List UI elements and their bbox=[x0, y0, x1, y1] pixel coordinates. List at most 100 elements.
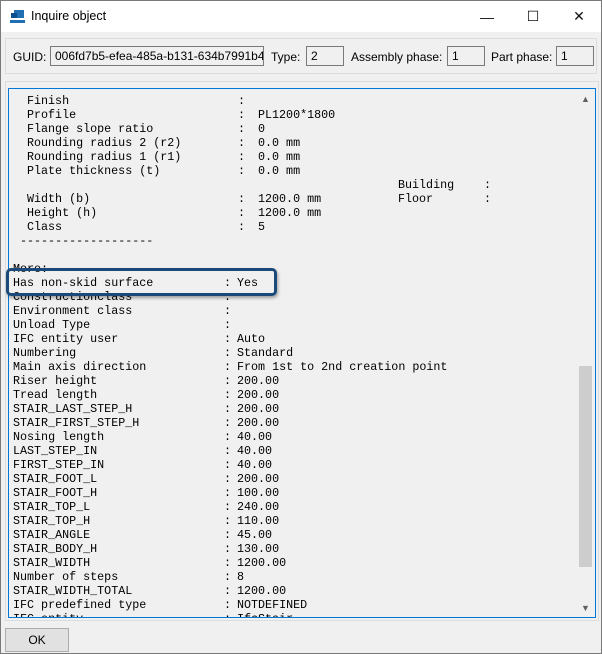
more-row-label: STAIR_FIRST_STEP_H bbox=[13, 416, 140, 430]
profile-row-label: Width (b) bbox=[27, 192, 91, 206]
more-row-value: 200.00 bbox=[237, 416, 280, 430]
more-row-label: Tread length bbox=[13, 388, 98, 402]
report-text-area[interactable]: Finish: Profile: PL1200*1800 Flange slope r… bbox=[8, 88, 596, 618]
close-button[interactable]: ✕ bbox=[556, 1, 602, 32]
profile-row-label: Plate thickness (t) bbox=[27, 164, 161, 178]
guid-label: GUID: bbox=[13, 50, 47, 64]
part-phase-field[interactable]: 1 bbox=[556, 46, 594, 66]
more-row-label: Numbering bbox=[13, 346, 77, 360]
colon: : bbox=[238, 136, 246, 150]
profile-row-value: 0.0 mm bbox=[258, 136, 301, 150]
colon: : bbox=[224, 514, 232, 528]
more-row-label: Number of steps bbox=[13, 570, 119, 584]
more-row-value: 40.00 bbox=[237, 458, 273, 472]
colon: : bbox=[224, 318, 232, 332]
maximize-button[interactable]: ☐ bbox=[510, 1, 556, 32]
profile-row-value: 5 bbox=[258, 220, 266, 234]
colon: : bbox=[224, 598, 232, 612]
more-row-value: 40.00 bbox=[237, 444, 273, 458]
colon: : bbox=[484, 192, 492, 206]
colon: : bbox=[224, 388, 232, 402]
more-row-label: IFC predefined type bbox=[13, 598, 147, 612]
more-row-label: STAIR_TOP_H bbox=[13, 514, 91, 528]
more-row-value: 1200.00 bbox=[237, 556, 287, 570]
colon: : bbox=[484, 178, 492, 192]
more-row-value: 8 bbox=[237, 570, 245, 584]
colon: : bbox=[224, 542, 232, 556]
more-row-value: 1200.00 bbox=[237, 584, 287, 598]
more-row-label: Main axis direction bbox=[13, 360, 147, 374]
highlight-box bbox=[6, 268, 277, 296]
more-row-value: IfcStair bbox=[237, 612, 293, 617]
more-row-label: STAIR_FOOT_L bbox=[13, 472, 98, 486]
profile-row-label: Profile bbox=[27, 108, 77, 122]
more-row-label: STAIR_FOOT_H bbox=[13, 486, 98, 500]
type-field[interactable]: 2 bbox=[306, 46, 344, 66]
colon: : bbox=[224, 332, 232, 346]
colon: : bbox=[238, 94, 246, 108]
colon: : bbox=[224, 528, 232, 542]
more-row-value: Auto bbox=[237, 332, 266, 346]
type-label: Type: bbox=[271, 50, 301, 64]
colon: : bbox=[238, 220, 246, 234]
colon: : bbox=[224, 304, 232, 318]
more-row-label: Nosing length bbox=[13, 430, 105, 444]
more-row-label: STAIR_LAST_STEP_H bbox=[13, 402, 133, 416]
more-row-value: 130.00 bbox=[237, 542, 280, 556]
colon: : bbox=[224, 472, 232, 486]
more-row-label: STAIR_TOP_L bbox=[13, 500, 91, 514]
minimize-button[interactable]: — bbox=[464, 1, 510, 32]
more-row-value: 40.00 bbox=[237, 430, 273, 444]
part-phase-label: Part phase: bbox=[491, 50, 553, 64]
assembly-phase-label: Assembly phase: bbox=[351, 50, 443, 64]
colon: : bbox=[238, 108, 246, 122]
side-row-label: Building bbox=[398, 178, 455, 192]
profile-row-label: Finish bbox=[27, 94, 70, 108]
profile-row-value: 0 bbox=[258, 122, 266, 136]
ok-button[interactable]: OK bbox=[5, 628, 69, 652]
colon: : bbox=[238, 164, 246, 178]
colon: : bbox=[224, 584, 232, 598]
more-row-value: NOTDEFINED bbox=[237, 598, 308, 612]
profile-row-label: Height (h) bbox=[27, 206, 98, 220]
colon: : bbox=[224, 458, 232, 472]
more-row-value: 110.00 bbox=[237, 514, 280, 528]
window-title: Inquire object bbox=[31, 9, 107, 23]
more-row-value: 240.00 bbox=[237, 500, 280, 514]
inquire-object-window: Inquire object — ☐ ✕ GUID: 006fd7b5-efea… bbox=[0, 0, 602, 654]
scroll-up-icon[interactable]: ▲ bbox=[577, 90, 594, 107]
more-row-label: STAIR_WIDTH_TOTAL bbox=[13, 584, 133, 598]
more-row-value: 200.00 bbox=[237, 374, 280, 388]
scrollbar-thumb[interactable] bbox=[579, 366, 592, 567]
colon: : bbox=[238, 206, 246, 220]
colon: : bbox=[238, 150, 246, 164]
more-row-value: 200.00 bbox=[237, 388, 280, 402]
colon: : bbox=[224, 486, 232, 500]
profile-row-value: 1200.0 mm bbox=[258, 192, 322, 206]
more-row-label: STAIR_BODY_H bbox=[13, 542, 98, 556]
app-icon bbox=[10, 10, 25, 23]
scroll-down-icon[interactable]: ▼ bbox=[577, 599, 594, 616]
vertical-scrollbar[interactable]: ▲ ▼ bbox=[577, 90, 594, 616]
guid-field[interactable]: 006fd7b5-efea-485a-b131-634b7991b4e bbox=[50, 46, 264, 66]
more-row-label: Environment class bbox=[13, 304, 133, 318]
profile-row-value: 1200.0 mm bbox=[258, 206, 322, 220]
assembly-phase-field[interactable]: 1 bbox=[447, 46, 485, 66]
profile-row-value: 0.0 mm bbox=[258, 150, 301, 164]
more-row-value: 200.00 bbox=[237, 402, 280, 416]
colon: : bbox=[238, 122, 246, 136]
more-row-label: Riser height bbox=[13, 374, 98, 388]
profile-row-label: Rounding radius 1 (r1) bbox=[27, 150, 182, 164]
colon: : bbox=[224, 444, 232, 458]
profile-row-value: 0.0 mm bbox=[258, 164, 301, 178]
more-row-label: IFC entity user bbox=[13, 332, 119, 346]
more-row-label: LAST_STEP_IN bbox=[13, 444, 98, 458]
more-row-label: IFC entity bbox=[13, 612, 83, 617]
profile-row-label: Class bbox=[27, 220, 63, 234]
more-row-label: Unload Type bbox=[13, 318, 91, 332]
colon: : bbox=[238, 192, 246, 206]
colon: : bbox=[224, 430, 232, 444]
separator: ------------------- bbox=[20, 234, 154, 248]
colon: : bbox=[224, 416, 232, 430]
title-bar: Inquire object — ☐ ✕ bbox=[1, 1, 601, 32]
